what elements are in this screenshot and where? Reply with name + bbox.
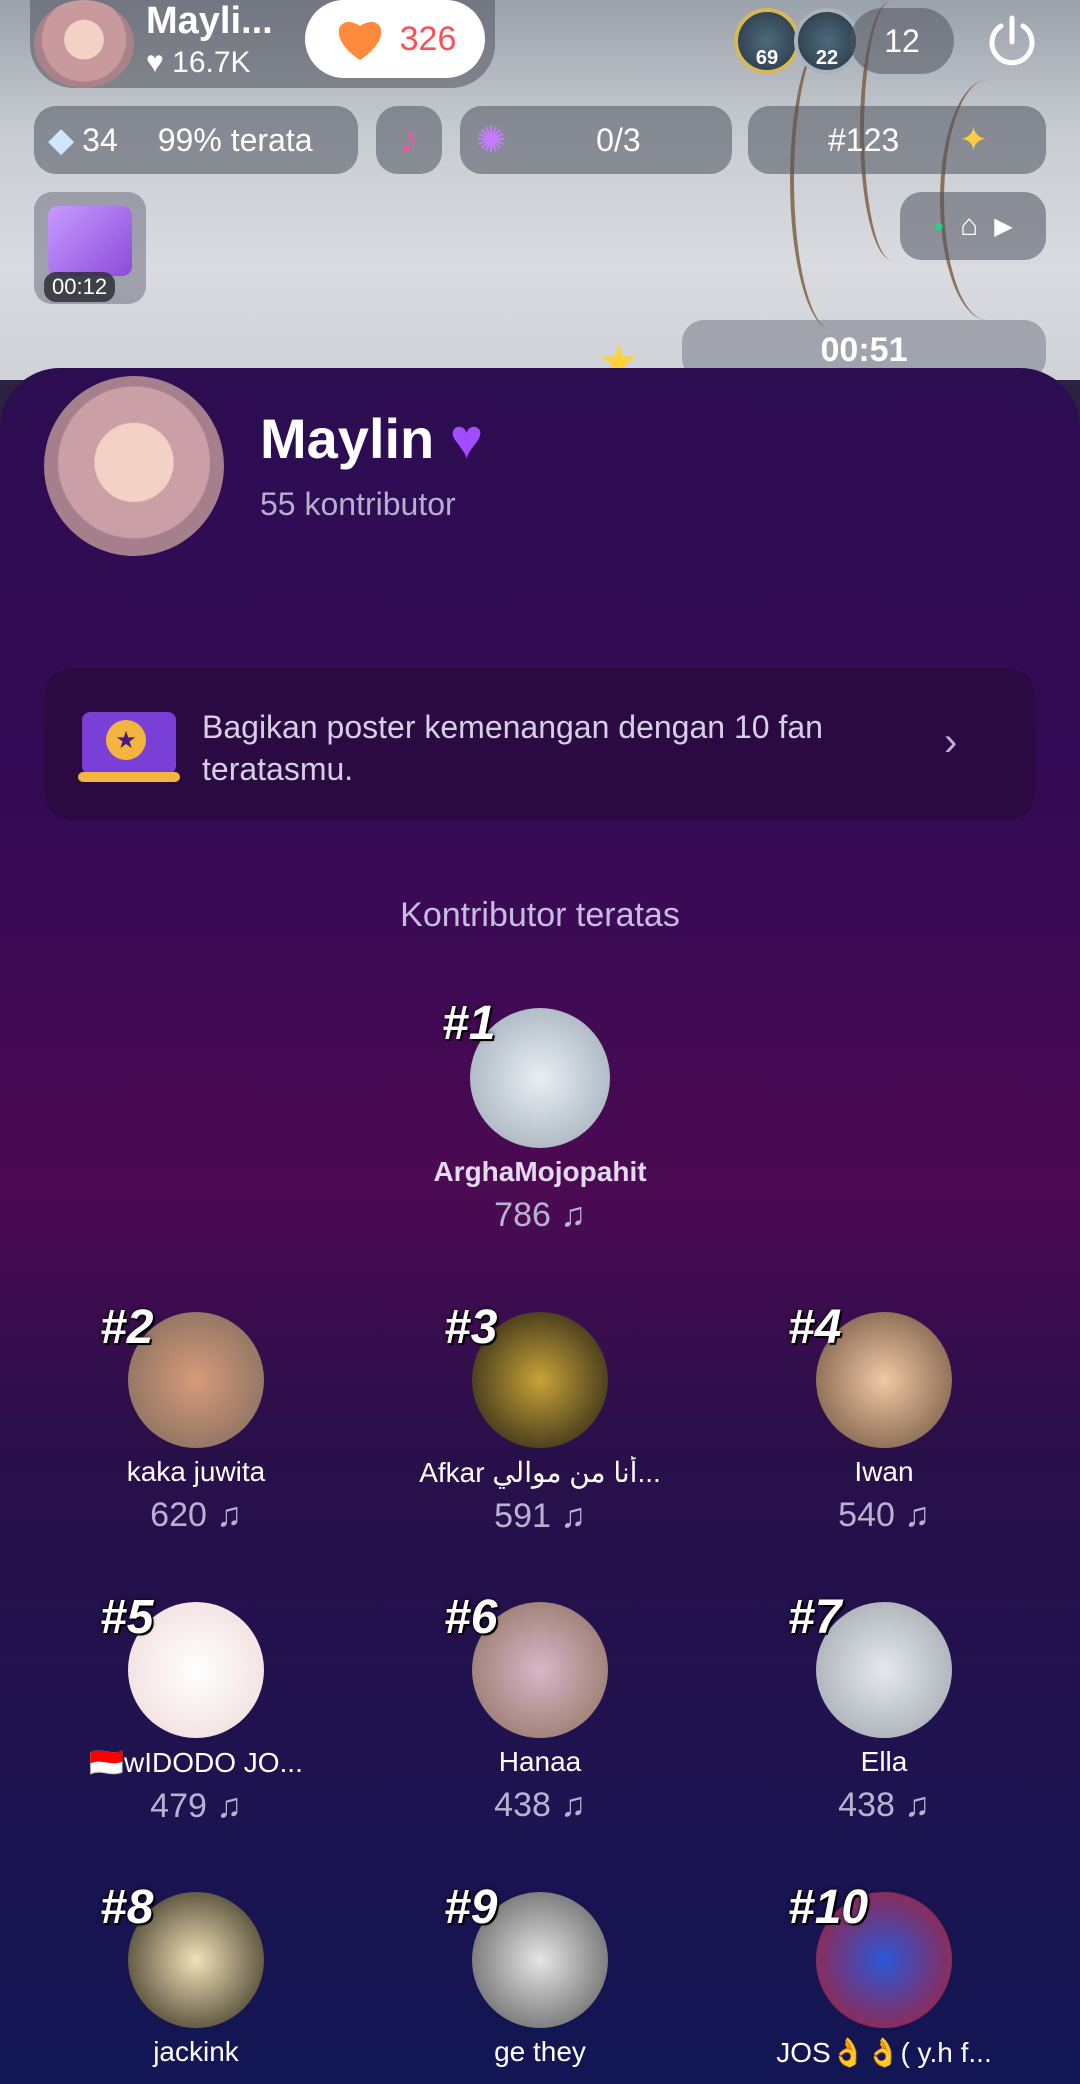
contributor-item[interactable]: #10 JOS👌👌( y.h f... [734, 1881, 1034, 2069]
host-info-pill[interactable]: Mayli... ♥ 16.7K 326 [30, 0, 495, 88]
contributor-item[interactable]: #9 ge they [390, 1881, 690, 2068]
contributor-avatar[interactable]: #6 [444, 1591, 608, 1738]
like-button[interactable]: 326 [305, 0, 485, 78]
chevron-right-icon: › [944, 720, 958, 764]
live-controls[interactable]: ● ⌂ ▶ [900, 192, 1046, 260]
contributor-avatar[interactable]: #2 [100, 1301, 264, 1448]
svg-text:★: ★ [115, 726, 137, 754]
rank-label: #4 [788, 1301, 842, 1354]
contributors-panel: Maylin ♥ 55 kontributor ★ Bagikan poster… [0, 368, 1080, 2084]
heart-icon: ♥ [146, 46, 164, 79]
contributor-score: 438 ♫ [838, 1786, 930, 1824]
rank-label: #3 [444, 1301, 498, 1354]
music-note-icon: ♫ [206, 1496, 242, 1534]
rocket-icon: ✦ [959, 121, 988, 159]
music-note-icon: ♫ [894, 1786, 930, 1824]
goal-progress: 0/3 [596, 121, 641, 158]
host-name: Mayli... [146, 0, 273, 42]
contributor-name: kaka juwita [126, 1456, 266, 1487]
contributor-avatar[interactable]: #4 [788, 1301, 952, 1448]
contributor-avatar[interactable]: #5 [100, 1591, 264, 1738]
contributor-score: 620 ♫ [150, 1496, 242, 1534]
contributor-item[interactable]: #6 Hanaa 438 ♫ [390, 1591, 690, 1825]
gift-box[interactable]: 00:12 [34, 192, 146, 304]
timer-text: 00:51 [820, 330, 908, 369]
profile-avatar[interactable] [44, 376, 224, 556]
rank-label: #5 [100, 1591, 154, 1644]
contributor-name: 🇮🇩wIDODO JO... [89, 1747, 303, 1778]
contributor-item[interactable]: #8 jackink [46, 1881, 346, 2068]
poster-award-icon: ★ [78, 712, 180, 782]
share-poster-banner[interactable]: ★ Bagikan poster kemenangan dengan 10 fa… [44, 668, 1036, 820]
rank-label: #6 [444, 1591, 498, 1644]
contributor-score: 540 ♫ [838, 1496, 930, 1534]
contributor-avatar[interactable]: #7 [788, 1591, 952, 1738]
contributor-score: 479 ♫ [150, 1787, 242, 1825]
contributor-name: JOS👌👌( y.h f... [776, 2037, 992, 2068]
rank-label: #9 [444, 1881, 498, 1934]
share-poster-text: Bagikan poster kemenangan dengan 10 fan … [202, 709, 823, 787]
music-note-icon: ♫ [894, 1496, 930, 1534]
diamond-icon: ◆ [48, 121, 75, 159]
purple-heart-icon: ♥ [449, 407, 484, 470]
viewer-count[interactable]: 12 [850, 8, 954, 74]
contributor-item[interactable]: #7 Ella 438 ♫ [734, 1591, 1034, 1825]
contributor-name: jackink [153, 2036, 239, 2067]
contributor-score: 591 ♫ [494, 1497, 586, 1535]
rank-label: #7 [788, 1591, 842, 1644]
rank-label: #10 [788, 1881, 869, 1934]
section-title: Kontributor teratas [400, 896, 680, 934]
contributor-item[interactable]: #3 Afkar أنا من موالي... 591 ♫ [390, 1301, 690, 1536]
like-count: 326 [399, 19, 457, 58]
goal-pill[interactable]: ✺ 0/3 [460, 106, 732, 174]
contributor-item[interactable]: #1 ArghaMojopahit 786 ♫ [390, 997, 690, 1235]
branch-decoration [790, 30, 874, 330]
firework-icon: ✺ [476, 119, 507, 160]
contributor-avatar[interactable]: #10 [788, 1881, 952, 2028]
contributor-name: ArghaMojopahit [433, 1156, 647, 1187]
rank-label: #1 [442, 997, 496, 1050]
diamond-rank-pill[interactable]: ◆ 34 99% terata [34, 106, 358, 174]
music-button[interactable]: ♪ [376, 106, 442, 174]
gift-icon [48, 206, 132, 276]
contributor-name: ge they [494, 2036, 586, 2067]
contributor-name: Ella [860, 1746, 908, 1777]
contributor-avatar[interactable]: #1 [442, 997, 610, 1148]
viewer-avatar[interactable]: 69 [734, 8, 800, 74]
rank-number: #123 [828, 121, 900, 158]
rank-pill[interactable]: #123 ✦ [748, 106, 1046, 174]
rank-percent: 99% terata [157, 121, 313, 158]
heart-icon [338, 22, 381, 61]
contributor-score: 786 ♫ [494, 1196, 586, 1234]
play-icon: ▶ [994, 212, 1013, 240]
contributor-avatar[interactable]: #8 [100, 1881, 264, 2028]
contributor-item[interactable]: #2 kaka juwita 620 ♫ [46, 1301, 346, 1535]
contributor-name: Hanaa [498, 1746, 582, 1777]
contributor-name: Afkar أنا من موالي... [419, 1457, 661, 1488]
contributor-count: 55 kontributor [260, 486, 456, 522]
contributor-avatar[interactable]: #9 [444, 1881, 608, 2028]
diamond-count: 34 [82, 121, 118, 158]
rank-label: #2 [100, 1301, 154, 1354]
music-note-icon: ♪ [399, 118, 419, 161]
music-note-icon: ♫ [550, 1196, 586, 1234]
profile-name: Maylin ♥ [260, 407, 484, 470]
contributor-avatar[interactable]: #3 [444, 1301, 608, 1448]
rank-label: #8 [100, 1881, 154, 1934]
contributor-name: Iwan [854, 1456, 914, 1487]
power-icon[interactable] [983, 12, 1041, 70]
contributor-score: 438 ♫ [494, 1786, 586, 1824]
contributor-item[interactable]: #4 Iwan 540 ♫ [734, 1301, 1034, 1535]
contributor-item[interactable]: #5 🇮🇩wIDODO JO... 479 ♫ [46, 1591, 346, 1826]
gift-timer: 00:12 [44, 272, 116, 302]
live-dot-icon: ● [933, 215, 945, 236]
home-icon: ⌂ [960, 209, 979, 242]
music-note-icon: ♫ [550, 1786, 586, 1824]
host-likes: ♥ 16.7K [146, 46, 251, 79]
music-note-icon: ♫ [206, 1787, 242, 1825]
music-note-icon: ♫ [550, 1497, 586, 1535]
host-avatar[interactable] [34, 0, 134, 88]
